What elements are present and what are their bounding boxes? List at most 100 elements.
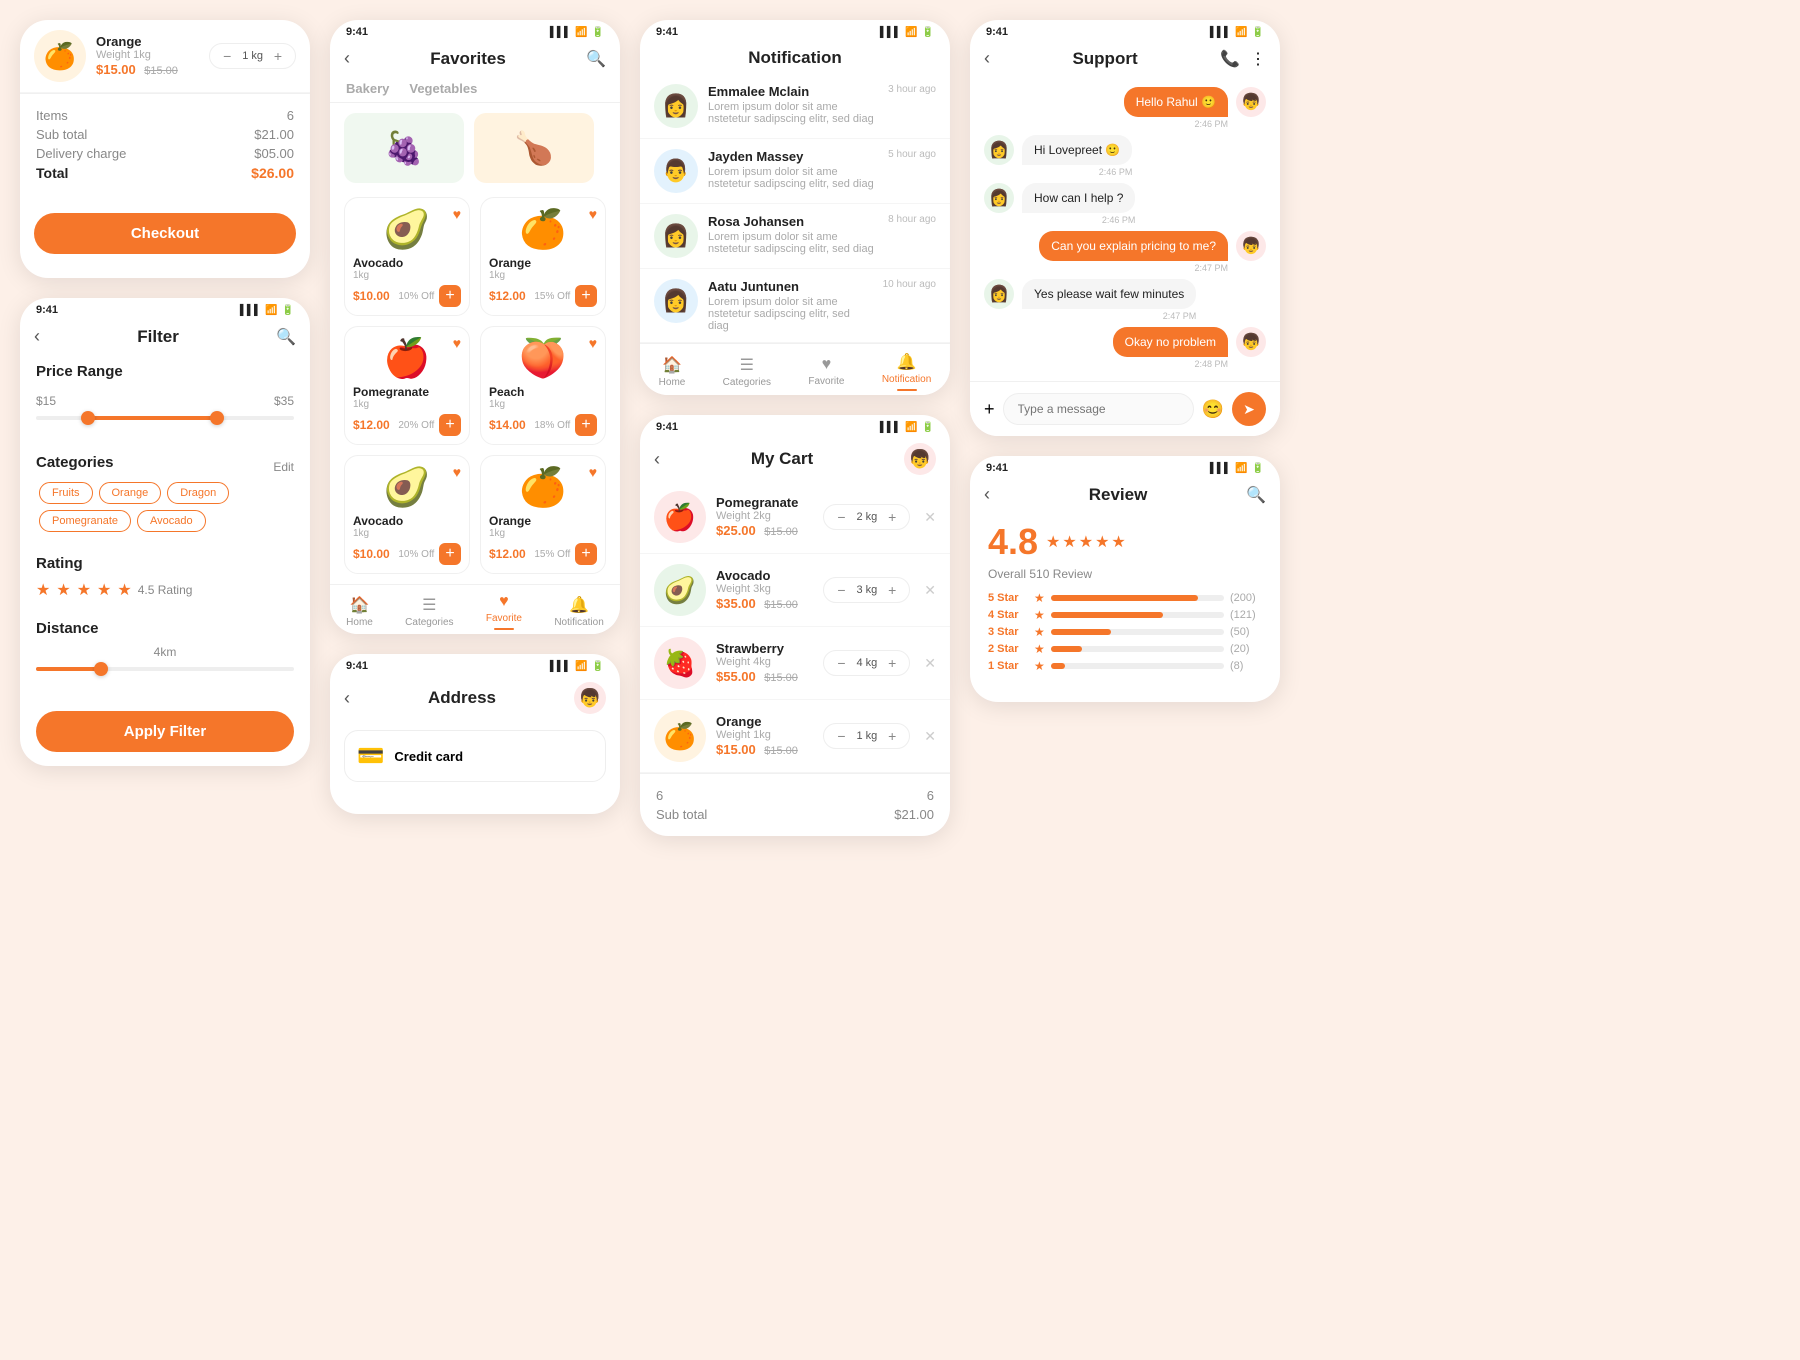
support-back-button[interactable]: ‹ bbox=[984, 48, 990, 69]
cart-remove-0[interactable]: ✕ bbox=[924, 509, 936, 526]
filter-header: ‹ Filter 🔍 bbox=[20, 318, 310, 353]
slider-thumb-left[interactable] bbox=[81, 411, 95, 425]
nav-categories[interactable]: ☰ Categories bbox=[405, 595, 453, 628]
address-back-button[interactable]: ‹ bbox=[344, 688, 350, 709]
chat-attach-button[interactable]: + bbox=[984, 399, 995, 420]
qty-dec-1[interactable]: − bbox=[832, 581, 850, 599]
cart-avatar: 👦 bbox=[904, 443, 936, 475]
review-back-button[interactable]: ‹ bbox=[984, 484, 990, 505]
notif-name-3: Aatu Juntunen bbox=[708, 279, 873, 294]
qty-increase[interactable]: + bbox=[269, 47, 287, 65]
emoji-button[interactable]: 😊 bbox=[1202, 399, 1224, 420]
fav-heart-2[interactable]: ♥ bbox=[453, 335, 461, 351]
star-bar-fill-4 bbox=[1051, 663, 1065, 669]
nav-favorite[interactable]: ♥ Favorite bbox=[486, 593, 522, 630]
fav-heart-3[interactable]: ♥ bbox=[589, 335, 597, 351]
slider-thumb-right[interactable] bbox=[210, 411, 224, 425]
category-tag-dragon[interactable]: Dragon bbox=[167, 482, 229, 504]
categories-section: Categories Edit Fruits OrangeDragon Pomegr… bbox=[20, 444, 310, 545]
category-tag-pomegranate[interactable]: Pomegranate bbox=[39, 510, 131, 532]
address-credit-card[interactable]: 💳 Credit card bbox=[344, 730, 606, 782]
review-header: ‹ Review 🔍 bbox=[970, 476, 1280, 511]
fav-name-0: Avocado bbox=[353, 256, 461, 270]
qty-inc-1[interactable]: + bbox=[883, 581, 901, 599]
tab-vegetables[interactable]: Vegetables bbox=[409, 81, 477, 102]
qty-inc-3[interactable]: + bbox=[883, 727, 901, 745]
favorites-back-button[interactable]: ‹ bbox=[344, 48, 350, 69]
qty-dec-0[interactable]: − bbox=[832, 508, 850, 526]
nav-notification[interactable]: 🔔 Notification bbox=[554, 595, 603, 628]
cart-old-price-3: $15.00 bbox=[764, 745, 798, 757]
fav-heart-1[interactable]: ♥ bbox=[589, 206, 597, 222]
category-img-bakery: 🍇 bbox=[344, 113, 464, 183]
checkout-button[interactable]: Checkout bbox=[34, 213, 296, 254]
categories-edit[interactable]: Edit bbox=[273, 460, 294, 474]
fav-heart-4[interactable]: ♥ bbox=[453, 464, 461, 480]
favorites-category-tabs: Bakery Vegetables bbox=[330, 75, 620, 103]
notif-item-0[interactable]: 👩 Emmalee Mclain Lorem ipsum dolor sit a… bbox=[640, 74, 950, 139]
rating-label: Rating bbox=[36, 555, 294, 572]
fav-weight-3: 1kg bbox=[489, 399, 597, 410]
star-4: ★ bbox=[97, 580, 111, 600]
chat-input[interactable] bbox=[1003, 393, 1194, 425]
cart-img-2: 🍓 bbox=[654, 637, 706, 689]
qty-dec-2[interactable]: − bbox=[832, 654, 850, 672]
favorites-search-button[interactable]: 🔍 bbox=[586, 49, 606, 69]
category-tag-fruits[interactable]: Fruits bbox=[39, 482, 93, 504]
tab-bakery[interactable]: Bakery bbox=[346, 81, 389, 102]
price-slider[interactable] bbox=[36, 416, 294, 420]
nav-categories-notif[interactable]: ☰ Categories bbox=[723, 355, 771, 388]
support-menu-button[interactable]: ⋮ bbox=[1250, 49, 1266, 69]
fav-weight-1: 1kg bbox=[489, 270, 597, 281]
send-message-button[interactable]: ➤ bbox=[1232, 392, 1266, 426]
cart-item-1: 🥑 Avocado Weight 3kg $35.00 $15.00 − 3 k… bbox=[640, 554, 950, 627]
fav-add-5[interactable]: + bbox=[575, 543, 597, 565]
qty-control-2: − 4 kg + bbox=[823, 650, 910, 676]
fav-price-3: $14.00 bbox=[489, 418, 526, 432]
nav-notification-notif[interactable]: 🔔 Notification bbox=[882, 352, 931, 391]
fav-add-0[interactable]: + bbox=[439, 285, 461, 307]
overall-stars: ★ ★ ★ ★ ★ bbox=[1046, 532, 1126, 552]
categories-label: Categories bbox=[36, 454, 114, 471]
filter-back-button[interactable]: ‹ bbox=[34, 326, 40, 347]
category-tags: Fruits OrangeDragon Pomegranate Avocado bbox=[36, 479, 294, 535]
cart-item-info: Orange Weight 1kg $15.00 $15.00 bbox=[96, 34, 199, 79]
notif-item-1[interactable]: 👨 Jayden Massey Lorem ipsum dolor sit am… bbox=[640, 139, 950, 204]
chat-bubble-4: Yes please wait few minutes bbox=[1022, 279, 1196, 309]
notif-time-0: 3 hour ago bbox=[888, 84, 936, 128]
distance-slider[interactable] bbox=[36, 667, 294, 671]
nav-home-notif[interactable]: 🏠 Home bbox=[659, 355, 686, 388]
fav-add-1[interactable]: + bbox=[575, 285, 597, 307]
filter-search-button[interactable]: 🔍 bbox=[276, 327, 296, 347]
cart-remove-2[interactable]: ✕ bbox=[924, 655, 936, 672]
fav-add-2[interactable]: + bbox=[439, 414, 461, 436]
star-half: ★ bbox=[117, 580, 131, 600]
fav-add-4[interactable]: + bbox=[439, 543, 461, 565]
apply-filter-button[interactable]: Apply Filter bbox=[36, 711, 294, 752]
notif-item-3[interactable]: 👩 Aatu Juntunen Lorem ipsum dolor sit am… bbox=[640, 269, 950, 343]
price-range-section: Price Range $15 $35 bbox=[20, 353, 310, 444]
fav-add-3[interactable]: + bbox=[575, 414, 597, 436]
notif-item-2[interactable]: 👩 Rosa Johansen Lorem ipsum dolor sit am… bbox=[640, 204, 950, 269]
notif-avatar-1: 👨 bbox=[654, 149, 698, 193]
qty-inc-0[interactable]: + bbox=[883, 508, 901, 526]
category-tag-avocado[interactable]: Avocado bbox=[137, 510, 206, 532]
cart-back-button[interactable]: ‹ bbox=[654, 449, 660, 470]
distance-thumb[interactable] bbox=[94, 662, 108, 676]
support-phone-button[interactable]: 📞 bbox=[1220, 49, 1240, 69]
fav-weight-2: 1kg bbox=[353, 399, 461, 410]
cart-remove-3[interactable]: ✕ bbox=[924, 728, 936, 745]
cart-remove-1[interactable]: ✕ bbox=[924, 582, 936, 599]
qty-dec-3[interactable]: − bbox=[832, 727, 850, 745]
category-tag-orange[interactable]: Orange bbox=[99, 482, 162, 504]
qty-decrease[interactable]: − bbox=[218, 47, 236, 65]
fav-heart-5[interactable]: ♥ bbox=[589, 464, 597, 480]
fav-heart-0[interactable]: ♥ bbox=[453, 206, 461, 222]
nav-home[interactable]: 🏠 Home bbox=[346, 595, 373, 628]
nav-favorite-notif[interactable]: ♥ Favorite bbox=[808, 356, 844, 387]
qty-inc-2[interactable]: + bbox=[883, 654, 901, 672]
review-search-button[interactable]: 🔍 bbox=[1246, 485, 1266, 505]
summary-items: Items 6 bbox=[36, 108, 294, 123]
category-images-row: 🍇 🍗 bbox=[330, 103, 620, 187]
cart-img-0: 🍎 bbox=[654, 491, 706, 543]
